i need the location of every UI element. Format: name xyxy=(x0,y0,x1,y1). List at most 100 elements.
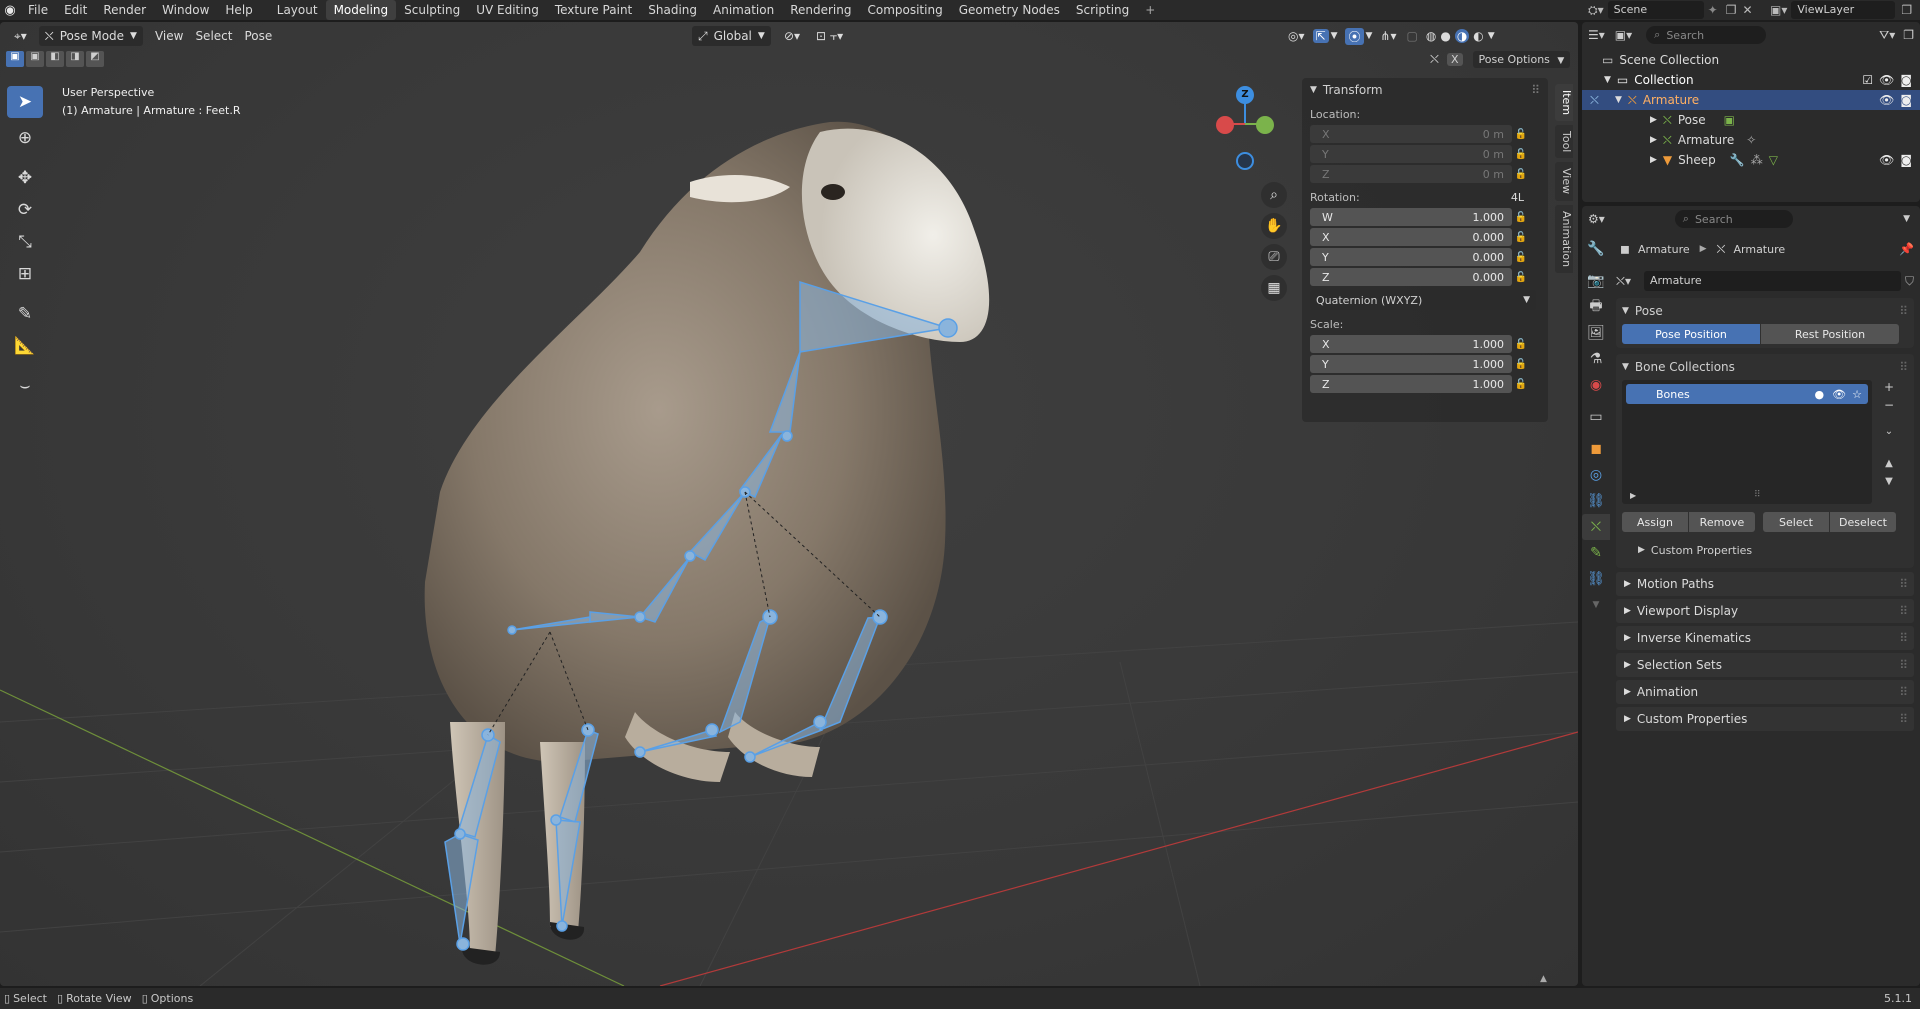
rotation-z-field[interactable]: Z 0.000 xyxy=(1310,268,1512,286)
move-down-icon[interactable]: ▼ xyxy=(1878,476,1900,494)
tab-animation[interactable]: Animation xyxy=(705,0,782,20)
wireframe-shading-icon[interactable]: ◍ xyxy=(1426,29,1436,43)
lock-icon[interactable]: 🔓 xyxy=(1512,129,1530,140)
tool-tab-icon[interactable]: 🔧 xyxy=(1582,236,1610,262)
drag-handle-icon[interactable]: ⠿ xyxy=(1899,631,1908,645)
datablock-name-field[interactable]: Armature xyxy=(1644,271,1901,291)
select-subtract-icon[interactable]: ◧ xyxy=(46,51,64,67)
scale-x-field[interactable]: X 1.000 xyxy=(1310,335,1512,353)
camera-icon[interactable]: ◙ xyxy=(1900,153,1912,167)
sidebar-tab-view[interactable]: View xyxy=(1555,162,1573,201)
physics-tab-icon[interactable]: ◎ xyxy=(1582,462,1610,488)
eye-icon[interactable]: 👁 xyxy=(1879,93,1894,107)
drag-handle-icon[interactable]: ⠿ xyxy=(1899,360,1908,374)
pin-icon[interactable]: 📌 xyxy=(1899,242,1914,256)
chevron-down-icon[interactable]: ▼ xyxy=(1331,31,1338,41)
outliner-search-input[interactable]: ⌕ Search xyxy=(1646,26,1767,44)
gizmo-x-axis[interactable] xyxy=(1216,116,1234,134)
tab-layout[interactable]: Layout xyxy=(269,0,326,20)
select-intersect-icon[interactable]: ◩ xyxy=(86,51,104,67)
modifier-icon[interactable]: 🔧 xyxy=(1730,153,1745,167)
lock-icon[interactable]: 🔓 xyxy=(1512,339,1530,350)
scene-tab-icon[interactable]: ⚗ xyxy=(1582,346,1610,372)
menu-pose[interactable]: Pose xyxy=(238,26,278,46)
camera-icon[interactable]: ◙ xyxy=(1900,93,1912,107)
assign-button[interactable]: Assign xyxy=(1622,512,1688,532)
section-custom-properties[interactable]: ▶ Custom Properties ⠿ xyxy=(1616,707,1914,731)
solo-star-icon[interactable]: ☆ xyxy=(1852,388,1862,401)
chevron-right-icon[interactable]: ▶ xyxy=(1650,135,1657,145)
sidebar-tab-tool[interactable]: Tool xyxy=(1555,125,1573,159)
material-shading-icon[interactable]: ◑ xyxy=(1454,29,1470,43)
constraints-tab-icon[interactable]: ⛓ xyxy=(1582,488,1610,514)
lock-icon[interactable]: 🔓 xyxy=(1512,379,1530,390)
vertex-groups-icon[interactable]: ⁂ xyxy=(1751,153,1763,167)
display-mode-icon[interactable]: ▣▾ xyxy=(1615,28,1632,42)
render-tab-icon[interactable]: 📷 xyxy=(1582,268,1610,294)
overlays-icon[interactable]: ⦿ xyxy=(1345,27,1364,45)
deselect-button[interactable]: Deselect xyxy=(1830,512,1896,532)
view-layer-tab-icon[interactable]: 🖼 xyxy=(1582,320,1610,346)
location-z-field[interactable]: Z 0 m xyxy=(1310,165,1512,183)
transform-orientation-dropdown[interactable]: ⤢ Global ▼ xyxy=(692,26,771,46)
chevron-down-icon[interactable]: ▼ xyxy=(1903,214,1910,224)
bone-icon[interactable]: ✧ xyxy=(1746,133,1756,147)
properties-editor-icon[interactable]: ⚙▾ xyxy=(1588,212,1605,226)
outliner-item-armature[interactable]: ⛌ ▼ ⛌ Armature 👁 ◙ xyxy=(1582,90,1920,110)
pose-options-dropdown[interactable]: Pose Options ▼ xyxy=(1472,51,1571,68)
section-motion-paths[interactable]: ▶ Motion Paths ⠿ xyxy=(1616,572,1914,596)
tab-uv-editing[interactable]: UV Editing xyxy=(468,0,547,20)
tool-annotate[interactable]: ✎ xyxy=(7,298,43,330)
armature-datablock-icon[interactable]: ⛌▾ xyxy=(1616,274,1644,289)
pivot-point-button[interactable]: ⊘▾ xyxy=(778,26,806,46)
list-resize-handle-icon[interactable]: ⠿ xyxy=(1754,490,1761,500)
menu-window[interactable]: Window xyxy=(154,0,217,20)
scale-y-field[interactable]: Y 1.000 xyxy=(1310,355,1512,373)
tool-transform[interactable]: ⊞ xyxy=(7,258,43,290)
gizmo-negative-z[interactable] xyxy=(1236,152,1254,170)
tab-texture-paint[interactable]: Texture Paint xyxy=(547,0,640,20)
armature-data-tab-icon[interactable]: ⛌ xyxy=(1582,514,1610,540)
bone-collections-list[interactable]: Bones ● 👁 ☆ ▶ ⠿ xyxy=(1622,380,1872,504)
drag-handle-icon[interactable]: ⠿ xyxy=(1899,304,1908,318)
drag-handle-icon[interactable]: ⠿ xyxy=(1899,658,1908,672)
eye-icon[interactable]: 👁 xyxy=(1879,73,1894,87)
sidebar-tab-item[interactable]: Item xyxy=(1555,84,1573,122)
lock-icon[interactable]: 🔓 xyxy=(1512,232,1530,243)
chevron-down-icon[interactable]: ▼ xyxy=(1615,95,1622,105)
mirror-icon[interactable]: ⛌ xyxy=(1430,52,1439,67)
view-layer-selector[interactable]: ▣▾ ViewLayer ❐ xyxy=(1770,0,1912,20)
select-new-icon[interactable]: ▣ xyxy=(6,51,24,67)
menu-select[interactable]: Select xyxy=(189,26,238,46)
tab-shading[interactable]: Shading xyxy=(640,0,705,20)
camera-view-icon[interactable]: ⎚ xyxy=(1261,244,1287,270)
bone-collection-item[interactable]: Bones ● 👁 ☆ xyxy=(1626,384,1868,404)
section-inverse-kinematics[interactable]: ▶ Inverse Kinematics ⠿ xyxy=(1616,626,1914,650)
eye-icon[interactable]: 👁 xyxy=(1879,153,1894,167)
navigation-gizmo[interactable]: Z xyxy=(1204,82,1274,182)
bone-collections-header[interactable]: ▼ Bone Collections ⠿ xyxy=(1616,354,1914,380)
tool-cursor[interactable]: ⊕ xyxy=(7,122,43,154)
tab-sculpting[interactable]: Sculpting xyxy=(396,0,468,20)
rendered-shading-icon[interactable]: ◐ xyxy=(1473,29,1483,43)
collection-tab-icon[interactable]: ▭ xyxy=(1582,404,1610,430)
transform-panel-header[interactable]: ▼ Transform ⠿ xyxy=(1302,78,1548,102)
remove-icon[interactable]: − xyxy=(1878,398,1900,416)
tool-move[interactable]: ✥ xyxy=(7,162,43,194)
gizmo-z-axis[interactable]: Z xyxy=(1236,86,1254,104)
location-y-field[interactable]: Y 0 m xyxy=(1310,145,1512,163)
outliner-item-armature-data[interactable]: ▶ ⛌ Armature ✧ xyxy=(1582,130,1920,150)
lock-icon[interactable]: 🔓 xyxy=(1512,212,1530,223)
chevron-down-icon[interactable]: ▼ xyxy=(1366,31,1373,41)
outliner-item-pose[interactable]: ▶ ⛌ Pose ▣ xyxy=(1582,110,1920,130)
scale-z-field[interactable]: Z 1.000 xyxy=(1310,375,1512,393)
world-tab-icon[interactable]: ◉ xyxy=(1582,372,1610,398)
new-collection-icon[interactable]: ❐ xyxy=(1903,28,1914,42)
active-dot-icon[interactable]: ● xyxy=(1815,388,1825,401)
mode-dropdown[interactable]: ⛌ Pose Mode ▼ xyxy=(38,26,143,46)
outliner-collection[interactable]: ▼ ▭ Collection ☑ 👁 ◙ xyxy=(1582,70,1920,90)
move-up-icon[interactable]: ▲ xyxy=(1878,458,1900,476)
lock-icon[interactable]: 🔓 xyxy=(1512,252,1530,263)
properties-search-input[interactable]: ⌕ Search xyxy=(1674,210,1793,228)
zoom-icon[interactable]: ⌕ xyxy=(1261,182,1287,208)
